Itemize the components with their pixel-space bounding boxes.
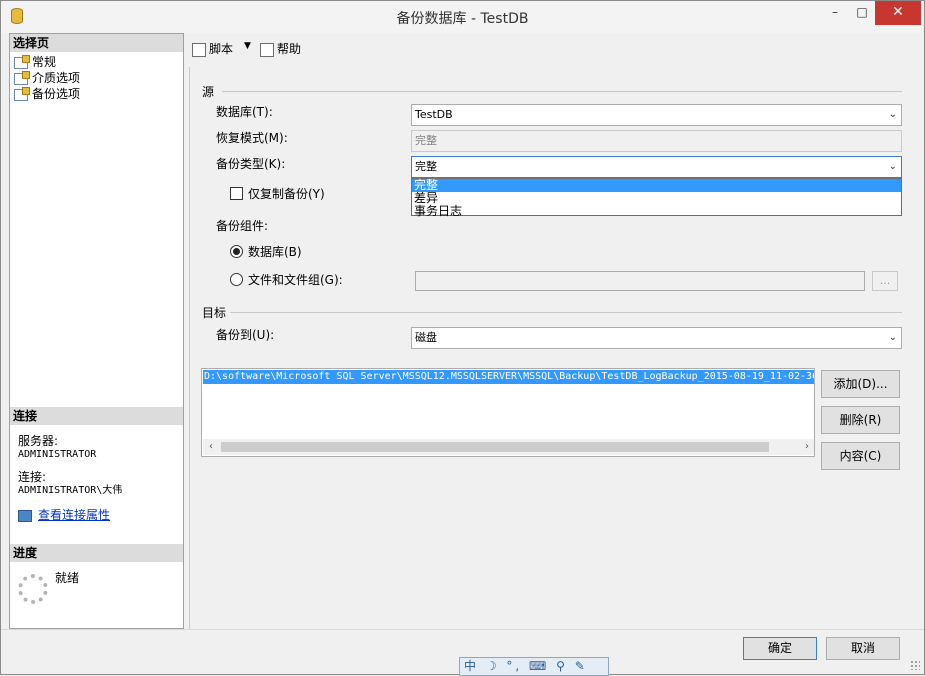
backup-type-label: 备份类型(K): (216, 157, 286, 171)
general-page-content: 源 数据库(T): TestDB ⌄ 恢复模式(M): 完整 备份类型(K): … (189, 67, 919, 629)
page-icon (14, 70, 30, 85)
chevron-down-icon: ⌄ (888, 109, 897, 120)
cancel-button[interactable]: 取消 (826, 637, 900, 660)
backup-type-dropdown: 完整 差异 事务日志 (411, 178, 902, 218)
chevron-down-icon: ⌄ (888, 161, 897, 172)
script-label: 脚本 (209, 42, 234, 56)
source-divider (222, 91, 902, 92)
close-button[interactable]: ✕ (875, 1, 921, 25)
script-dropdown-icon[interactable]: ▼ (244, 41, 251, 51)
page-icon (14, 86, 30, 101)
connection-label: 连接: (18, 470, 47, 484)
server-label: 服务器: (18, 434, 59, 448)
ime-toolbar[interactable]: 中 ☽ °, ⌨ ⚲ ✎ (459, 657, 609, 676)
page-item-label: 介质选项 (32, 71, 81, 85)
component-files-radio[interactable] (230, 273, 243, 286)
add-button[interactable]: 添加(D)... (821, 370, 900, 398)
scrollbar-thumb[interactable] (221, 442, 769, 452)
title-bar: 备份数据库 - TestDB – □ ✕ (1, 1, 924, 33)
page-item-media-options[interactable]: 介质选项 (14, 70, 80, 86)
copy-only-label: 仅复制备份(Y) (248, 187, 325, 201)
resize-grip-icon[interactable] (910, 660, 920, 670)
toolbar: 脚本 ▼ 帮助 (184, 33, 919, 65)
backup-type-select[interactable]: 完整 ⌄ (411, 156, 902, 178)
recovery-model-field: 完整 (411, 130, 902, 152)
script-icon (192, 42, 206, 57)
source-group-label: 源 (202, 85, 215, 99)
scroll-left-icon[interactable]: ‹ (203, 439, 219, 455)
component-database-label: 数据库(B) (248, 245, 302, 259)
database-select[interactable]: TestDB ⌄ (411, 104, 902, 126)
minimize-button[interactable]: – (821, 1, 849, 25)
page-icon (14, 54, 30, 69)
component-files-label: 文件和文件组(G): (248, 273, 343, 287)
page-item-label: 常规 (32, 55, 57, 69)
progress-spinner-icon (18, 574, 48, 604)
destination-path-item[interactable]: D:\software\Microsoft SQL Server\MSSQL12… (203, 370, 814, 384)
horizontal-scrollbar[interactable]: ‹ › (203, 439, 814, 455)
recovery-model-value: 完整 (415, 134, 437, 147)
window-title: 备份数据库 - TestDB (396, 11, 529, 27)
ok-button[interactable]: 确定 (743, 637, 817, 660)
link-label: 查看连接属性 (38, 508, 111, 522)
script-button[interactable]: 脚本 (192, 41, 233, 57)
destination-divider (230, 312, 902, 313)
page-item-general[interactable]: 常规 (14, 54, 56, 70)
select-page-header: 选择页 (10, 34, 183, 52)
filegroups-field (415, 271, 865, 291)
help-button[interactable]: 帮助 (260, 41, 301, 57)
component-database-radio[interactable] (230, 245, 243, 258)
scroll-right-icon[interactable]: › (799, 439, 814, 455)
backup-to-select[interactable]: 磁盘 ⌄ (411, 327, 902, 349)
help-label: 帮助 (277, 42, 302, 56)
contents-button[interactable]: 内容(C) (821, 442, 900, 470)
filegroups-browse-button: ... (872, 271, 898, 291)
backup-destination-list[interactable]: D:\software\Microsoft SQL Server\MSSQL12… (201, 368, 815, 457)
page-item-backup-options[interactable]: 备份选项 (14, 86, 80, 102)
backup-type-option-transaction-log[interactable]: 事务日志 (412, 205, 901, 218)
destination-group-label: 目标 (202, 306, 227, 320)
database-label: 数据库(T): (216, 105, 273, 119)
backup-type-option-full[interactable]: 完整 (412, 179, 901, 192)
connection-properties-icon (18, 509, 32, 522)
backup-database-window: 备份数据库 - TestDB – □ ✕ 选择页 常规 介质选项 备份选项 连接… (0, 0, 925, 676)
backup-to-value: 磁盘 (415, 331, 437, 344)
backup-type-option-differential[interactable]: 差异 (412, 192, 901, 205)
database-value: TestDB (415, 108, 453, 121)
page-item-label: 备份选项 (32, 87, 81, 101)
view-connection-properties-link[interactable]: 查看连接属性 (18, 506, 110, 523)
backup-component-label: 备份组件: (216, 219, 269, 233)
help-icon (260, 42, 274, 57)
left-panel: 选择页 常规 介质选项 备份选项 连接 服务器: ADMINISTRATOR 连… (9, 33, 184, 629)
copy-only-checkbox[interactable] (230, 187, 243, 200)
maximize-button[interactable]: □ (849, 1, 875, 25)
backup-to-label: 备份到(U): (216, 328, 275, 342)
server-value: ADMINISTRATOR (18, 449, 97, 460)
connection-header: 连接 (10, 407, 183, 425)
progress-status: 就绪 (55, 571, 80, 585)
ime-status: 中 ☽ °, ⌨ ⚲ ✎ (464, 659, 588, 673)
progress-header: 进度 (10, 544, 183, 562)
remove-button[interactable]: 删除(R) (821, 406, 900, 434)
chevron-down-icon: ⌄ (888, 332, 897, 343)
connection-value: ADMINISTRATOR\大伟 (18, 485, 123, 496)
recovery-model-label: 恢复模式(M): (216, 131, 288, 145)
backup-type-value: 完整 (415, 160, 437, 173)
